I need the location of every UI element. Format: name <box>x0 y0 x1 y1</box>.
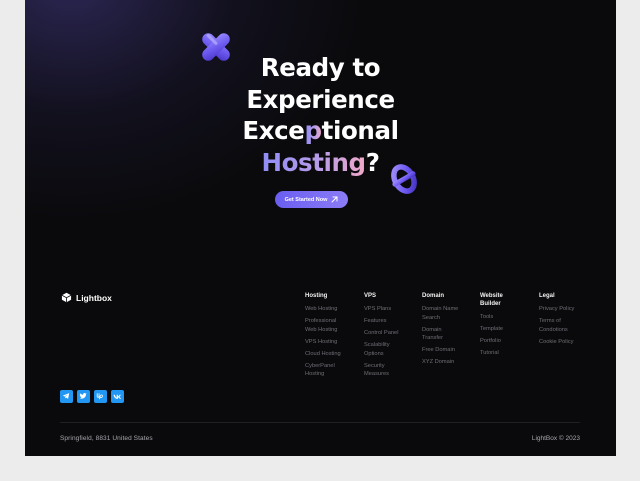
footer-link-terms-of-conditions[interactable]: Terms of Condotions <box>539 317 589 334</box>
telegram-icon[interactable] <box>60 390 73 403</box>
footer-column-legal: Legal Privacy Policy Terms of Condotions … <box>539 292 589 350</box>
footer-link-line: Security <box>364 362 385 369</box>
footer-link-cyberpanel-hosting[interactable]: CyberPanel Hosting <box>305 362 355 379</box>
footer-link-line: Web Hosting <box>305 326 338 333</box>
brand-name: Lightbox <box>76 292 112 303</box>
hero-title: Ready to Experience Exceptional Hosting? <box>25 52 616 178</box>
footer-link-line: Scalability <box>364 342 390 348</box>
footer-link-cookie-policy[interactable]: Cookie Policy <box>539 338 589 347</box>
cube-logo-icon <box>61 292 72 303</box>
footer-link-tutorial[interactable]: Tutorial <box>480 349 530 358</box>
footer-link-features[interactable]: Features <box>364 317 414 326</box>
footer-link-web-hosting[interactable]: Web Hosting <box>305 305 355 314</box>
hero-title-text: ? <box>365 147 380 177</box>
footer-link-vps-plans[interactable]: VPS Plans <box>364 305 414 314</box>
hero-title-highlight: p <box>304 116 323 145</box>
brand[interactable]: Lightbox <box>61 292 112 303</box>
footer-heading: Hosting <box>305 293 328 299</box>
footer-heading-line: Builder <box>480 301 501 307</box>
footer-link-scalability-options[interactable]: Scalability Options <box>364 341 414 358</box>
footer-link-line: Options <box>364 350 384 357</box>
footer-column-website-builder: Website Builder Tools Template Portfolio … <box>480 292 530 361</box>
footer-link-privacy-policy[interactable]: Privacy Policy <box>539 305 589 314</box>
footer-divider <box>60 422 580 423</box>
footer-link-line: Domain <box>422 326 442 333</box>
footer-link-xyz-domain[interactable]: XYZ Domain <box>422 358 472 367</box>
hero-title-line-2: Experience <box>246 84 395 114</box>
footer-column-vps: VPS VPS Plans Features Control Panel Sca… <box>364 292 414 382</box>
hero-title-line-1: Ready to <box>260 53 381 82</box>
footer-column-hosting: Hosting Web Hosting Professional Web Host… <box>305 292 355 382</box>
hero-title-highlight: Hosting <box>261 147 366 177</box>
get-started-button[interactable]: Get Started Now <box>275 191 348 208</box>
footer-heading: Legal <box>539 293 555 299</box>
footer-link-control-panel[interactable]: Control Panel <box>364 329 414 338</box>
vk-icon[interactable] <box>111 390 124 403</box>
footer-link-line: Professional <box>305 318 337 324</box>
footer-link-line: Measures <box>364 371 389 377</box>
footer-link-line: Condotions <box>539 326 568 333</box>
footer-link-domain-name-search[interactable]: Domain Name Search <box>422 305 472 322</box>
footer-address: Springfield, 8831 United States <box>60 435 153 442</box>
footer-link-professional-web-hosting[interactable]: Professional Web Hosting <box>305 317 355 334</box>
hero-title-text: Exce <box>242 116 305 145</box>
footer-link-line: CyberPanel <box>305 362 335 369</box>
arrow-up-right-icon <box>331 196 338 203</box>
footer-link-domain-transfer[interactable]: Domain Transfer <box>422 326 472 343</box>
footer-link-line: Hosting <box>305 371 325 377</box>
footer-link-line: Domain Name <box>422 306 459 312</box>
footer-copyright: LightBox © 2023 <box>531 435 580 442</box>
upwork-icon[interactable] <box>94 390 107 403</box>
hero-title-text: tional <box>321 116 399 145</box>
footer-link-line: Terms of <box>539 318 561 324</box>
footer-heading: Domain <box>422 293 445 299</box>
page: Ready to Experience Exceptional Hosting?… <box>25 0 616 456</box>
footer-link-tools[interactable]: Tools <box>480 313 530 322</box>
get-started-label: Get Started Now <box>284 196 328 203</box>
footer-link-line: Search <box>422 314 441 321</box>
footer-link-template[interactable]: Template <box>480 325 530 334</box>
footer-link-vps-hosting[interactable]: VPS Hosting <box>305 338 355 347</box>
hero-title-line-4: Hosting? <box>25 147 616 179</box>
footer-link-portfolio[interactable]: Portfolio <box>480 337 530 346</box>
footer-heading: VPS <box>364 293 377 299</box>
footer-link-cloud-hosting[interactable]: Cloud Hosting <box>305 350 355 359</box>
footer-column-domain: Domain Domain Name Search Domain Transfer … <box>422 292 472 370</box>
footer-heading-line: Website <box>480 293 503 299</box>
footer-heading: Website Builder <box>480 292 530 308</box>
twitter-icon[interactable] <box>77 390 90 403</box>
footer-link-free-domain[interactable]: Free Domain <box>422 346 472 355</box>
footer-link-security-measures[interactable]: Security Measures <box>364 362 414 379</box>
hero-title-line-3: Exceptional <box>25 115 616 147</box>
social-links <box>60 390 124 403</box>
footer-link-line: Transfer <box>422 335 443 341</box>
